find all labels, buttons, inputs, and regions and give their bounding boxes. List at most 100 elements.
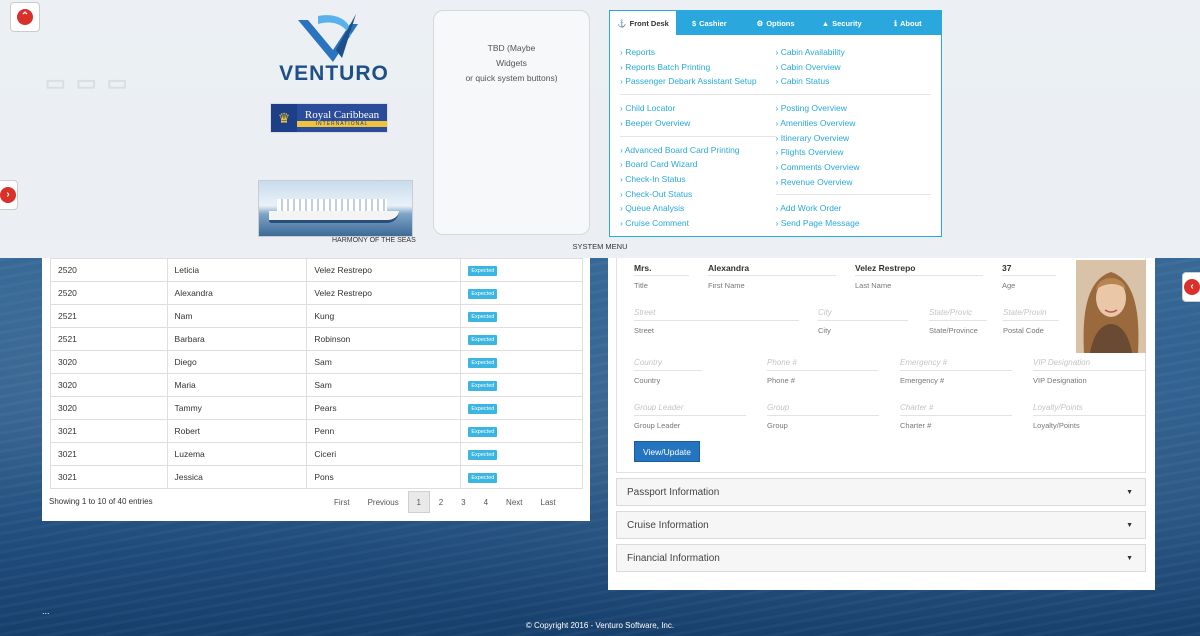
last-cell: Ciceri [306,442,462,466]
passport-info-accordion[interactable]: Passport Information ▼ [616,478,1146,506]
first-name-field[interactable]: Alexandra First Name [708,260,836,290]
group-field[interactable]: Group Group [767,400,879,430]
table-row[interactable]: 3020 Tammy Pears Expected [50,396,583,420]
menu-item[interactable]: › Comments Overview [776,160,932,175]
status-badge: Expected [468,266,498,276]
page-first-button[interactable]: First [325,491,359,513]
menu-group: › Reports › Reports Batch Printing › Passe… [620,45,776,96]
menu-left-column: › Reports › Reports Batch Printing › Passe… [620,45,776,242]
table-row[interactable]: 2520 Leticia Velez Restrepo Expected [50,258,583,282]
cruise-info-accordion[interactable]: Cruise Information ▼ [616,511,1146,539]
page-4-button[interactable]: 4 [475,491,497,513]
tab-about[interactable]: ℹ About [875,11,941,35]
menu-item[interactable]: › Beeper Overview [620,116,776,131]
country-field[interactable]: Country Country [634,355,702,385]
menu-item[interactable]: › Posting Overview [776,101,932,116]
emergency-field[interactable]: Emergency # Emergency # [900,355,1012,385]
menu-item[interactable]: › Cabin Availability [776,45,932,60]
menu-item[interactable]: › Send Page Message [776,216,932,231]
page-next-button[interactable]: Next [497,491,531,513]
status-cell: Expected [460,327,583,351]
page-1-button[interactable]: 1 [407,491,430,513]
menu-group: › Cabin Availability › Cabin Overview › Ca… [775,45,932,96]
status-badge: Expected [468,473,498,483]
table-row[interactable]: 3020 Diego Sam Expected [50,350,583,374]
table-row[interactable]: 3020 Maria Sam Expected [50,373,583,397]
system-menu: ⚓ Front Desk $ Cashier ⚙ Options ▲ Security ℹ Abo… [609,10,942,237]
tab-label: Cashier [699,18,727,28]
menu-item[interactable]: › Revenue Overview [776,175,932,190]
menu-item[interactable]: › Check-Out Status [620,187,776,202]
caret-down-icon: ▼ [1126,521,1133,529]
status-badge: Expected [468,289,498,299]
copyright-footer: © Copyright 2016 - Venturo Software, Inc… [525,621,675,630]
menu-item[interactable]: › Check-In Status [620,172,776,187]
guest-detail-panel: Mrs. Title Alexandra First Name Velez Re… [608,258,1155,590]
menu-item[interactable]: › Cabin Status [776,74,932,89]
table-row[interactable]: 2520 Alexandra Velez Restrepo Expected [50,281,583,305]
menu-item[interactable]: › Flights Overview [776,145,932,160]
group-leader-field[interactable]: Group Leader Group Leader [634,400,746,430]
left-panel-toggle[interactable]: › [0,180,18,210]
city-field[interactable]: City City [818,305,908,335]
status-cell: Expected [460,350,583,374]
menu-item[interactable]: › Amenities Overview [776,116,932,131]
page-previous-button[interactable]: Previous [359,491,408,513]
menu-group: › Advanced Board Card Printing › Board Ca… [620,143,776,236]
menu-item[interactable]: › Cabin Overview [776,60,932,75]
table-row[interactable]: 2521 Nam Kung Expected [50,304,583,328]
table-row[interactable]: 3021 Luzema Ciceri Expected [50,442,583,466]
last-name-field[interactable]: Velez Restrepo Last Name [855,260,983,290]
table-row[interactable]: 2521 Barbara Robinson Expected [50,327,583,351]
last-cell: Velez Restrepo [306,281,462,305]
view-update-button[interactable]: View/Update [634,441,700,462]
tab-options[interactable]: ⚙ Options [742,11,808,35]
first-cell: Robert [166,419,308,443]
page-last-button[interactable]: Last [532,491,565,513]
menu-item[interactable]: › Itinerary Overview [776,131,932,146]
postal-code-field[interactable]: State/Provin Postal Code [1003,305,1059,335]
age-field[interactable]: 37 Age [1002,260,1056,290]
menu-item[interactable]: › Reports Batch Printing [620,60,776,75]
tab-label: About [900,18,922,28]
page-2-button[interactable]: 2 [430,491,452,513]
chevron-left-icon: ‹ [1184,279,1200,295]
cabin-cell: 3020 [50,350,168,374]
tab-label: Security [832,18,862,28]
menu-item[interactable]: › Board Card Wizard [620,157,776,172]
status-cell: Expected [460,419,583,443]
tab-label: Front Desk [629,18,669,28]
status-badge: Expected [468,450,498,460]
tab-security[interactable]: ▲ Security [809,11,875,35]
right-panel-toggle[interactable]: ‹ [1182,272,1200,302]
cabin-cell: 3021 [50,465,168,489]
collapse-menu-button[interactable]: ⌃ [10,2,40,32]
background-ghost-logo: ▭ ▭ ▭ [45,70,130,95]
menu-item[interactable]: › Child Locator [620,101,776,116]
charter-field[interactable]: Charter # Charter # [900,400,1012,430]
table-row[interactable]: 3021 Jessica Pons Expected [50,465,583,489]
status-badge: Expected [468,312,498,322]
menu-item[interactable]: › Passenger Debark Assistant Setup [620,74,776,89]
menu-item[interactable]: › Queue Analysis [620,201,776,216]
loyalty-field[interactable]: Loyalty/Points Loyalty/Points [1033,400,1145,430]
menu-item[interactable]: › Advanced Board Card Printing [620,143,776,158]
page-3-button[interactable]: 3 [452,491,474,513]
street-field[interactable]: Street Street [634,305,799,335]
financial-info-accordion[interactable]: Financial Information ▼ [616,544,1146,572]
info-icon: ℹ [894,18,897,28]
venturo-logo-text: VENTURO [279,62,389,85]
phone-field[interactable]: Phone # Phone # [767,355,878,385]
state-field[interactable]: State/Provic State/Province [929,305,987,335]
vip-designation-field[interactable]: VIP Designation VIP Designation [1033,355,1145,385]
first-cell: Luzema [166,442,308,466]
menu-item[interactable]: › Reports [620,45,776,60]
last-cell: Penn [306,419,462,443]
menu-item[interactable]: › Cruise Comment [620,216,776,231]
cabin-cell: 3021 [50,419,168,443]
menu-item[interactable]: › Add Work Order [776,201,932,216]
tab-front-desk[interactable]: ⚓ Front Desk [610,11,677,35]
table-row[interactable]: 3021 Robert Penn Expected [50,419,583,443]
tab-cashier[interactable]: $ Cashier [676,11,742,35]
title-field[interactable]: Mrs. Title [634,260,689,290]
